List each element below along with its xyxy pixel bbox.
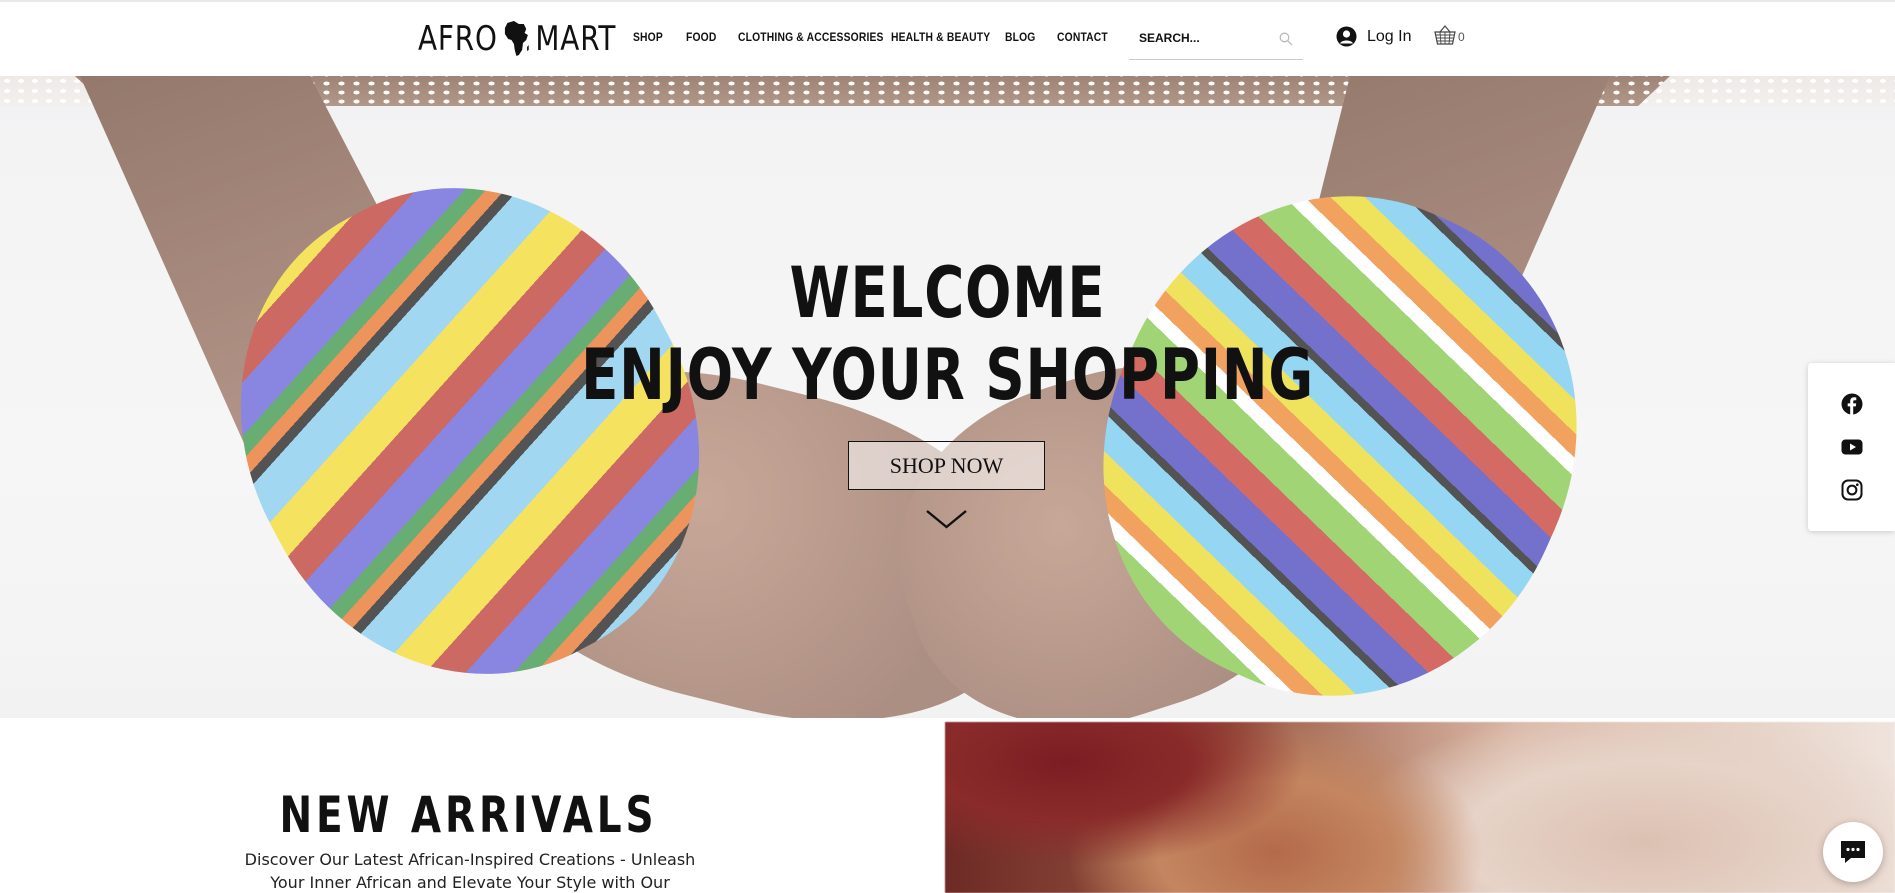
africa-map-icon xyxy=(505,21,529,56)
nav-item-clothing-accessories[interactable]: CLOTHING & ACCESSORIES xyxy=(738,30,883,44)
hero-title-enjoy: ENJOY YOUR SHOPPING xyxy=(581,334,1314,416)
page: AFRO MART SHOP FOOD CLOTHING & ACCESSORI… xyxy=(0,0,1895,893)
chat-button[interactable] xyxy=(1823,822,1883,882)
instagram-icon[interactable] xyxy=(1841,479,1863,501)
nav-item-shop[interactable]: SHOP xyxy=(633,30,679,44)
nav-item-food[interactable]: FOOD xyxy=(686,30,731,44)
new-arrivals-description: Discover Our Latest African-Inspired Cre… xyxy=(240,848,700,893)
hero-title-welcome: WELCOME xyxy=(789,252,1106,334)
hero-banner: WELCOME ENJOY YOUR SHOPPING SHOP NOW xyxy=(0,76,1895,718)
new-arrivals-section: NEW ARRIVALS Discover Our Latest African… xyxy=(0,718,945,893)
nav-item-blog[interactable]: BLOG xyxy=(1005,30,1050,44)
search-icon[interactable] xyxy=(1279,32,1293,46)
chevron-down-icon[interactable] xyxy=(925,508,968,530)
logo-text-mart: MART xyxy=(535,19,617,59)
cart-count: 0 xyxy=(1458,30,1465,44)
site-header: AFRO MART SHOP FOOD CLOTHING & ACCESSORI… xyxy=(0,0,1895,76)
afro-mart-logo[interactable]: AFRO MART xyxy=(418,18,616,60)
login-button[interactable]: Log In xyxy=(1336,26,1411,47)
new-arrivals-line-1: Discover Our Latest African-Inspired Cre… xyxy=(244,850,696,869)
shop-now-button[interactable]: SHOP NOW xyxy=(848,441,1045,490)
cart-button[interactable]: 0 xyxy=(1434,24,1465,46)
logo-text-afro: AFRO xyxy=(418,19,498,59)
new-arrivals-line-2: Your Inner African and Elevate Your Styl… xyxy=(270,873,670,892)
chat-bubble-icon xyxy=(1841,841,1865,863)
shopping-basket-icon xyxy=(1434,25,1456,45)
main-nav: SHOP FOOD CLOTHING & ACCESSORIES HEALTH … xyxy=(633,30,1137,44)
search-input[interactable] xyxy=(1139,28,1269,48)
user-avatar-icon xyxy=(1336,26,1357,47)
facebook-icon[interactable] xyxy=(1841,393,1863,415)
new-arrivals-image xyxy=(945,722,1895,893)
new-arrivals-title: NEW ARRIVALS xyxy=(279,786,658,844)
nav-item-contact[interactable]: CONTACT xyxy=(1057,30,1126,44)
social-bar xyxy=(1808,363,1895,531)
search-box xyxy=(1129,20,1303,60)
youtube-icon[interactable] xyxy=(1841,436,1863,458)
login-label: Log In xyxy=(1367,27,1412,45)
nav-item-health-beauty[interactable]: HEALTH & BEAUTY xyxy=(891,30,990,44)
